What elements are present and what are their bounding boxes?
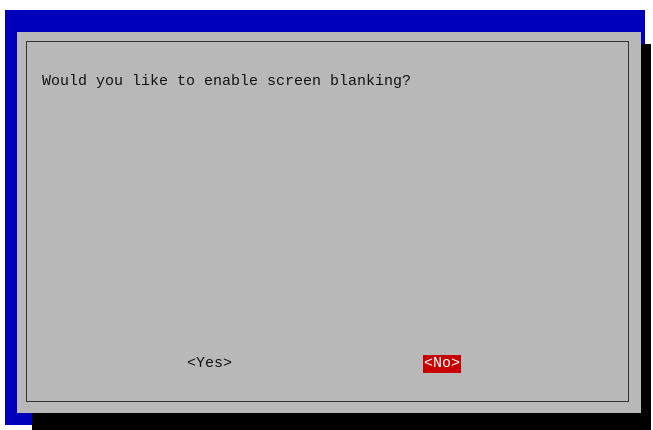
no-button[interactable]: <No> [423, 355, 462, 373]
confirm-dialog: Would you like to enable screen blanking… [17, 32, 641, 413]
dialog-frame [26, 41, 629, 402]
dialog-question: Would you like to enable screen blanking… [42, 73, 412, 90]
yes-button[interactable]: <Yes> [186, 355, 233, 373]
terminal-screen: Would you like to enable screen blanking… [5, 10, 651, 430]
